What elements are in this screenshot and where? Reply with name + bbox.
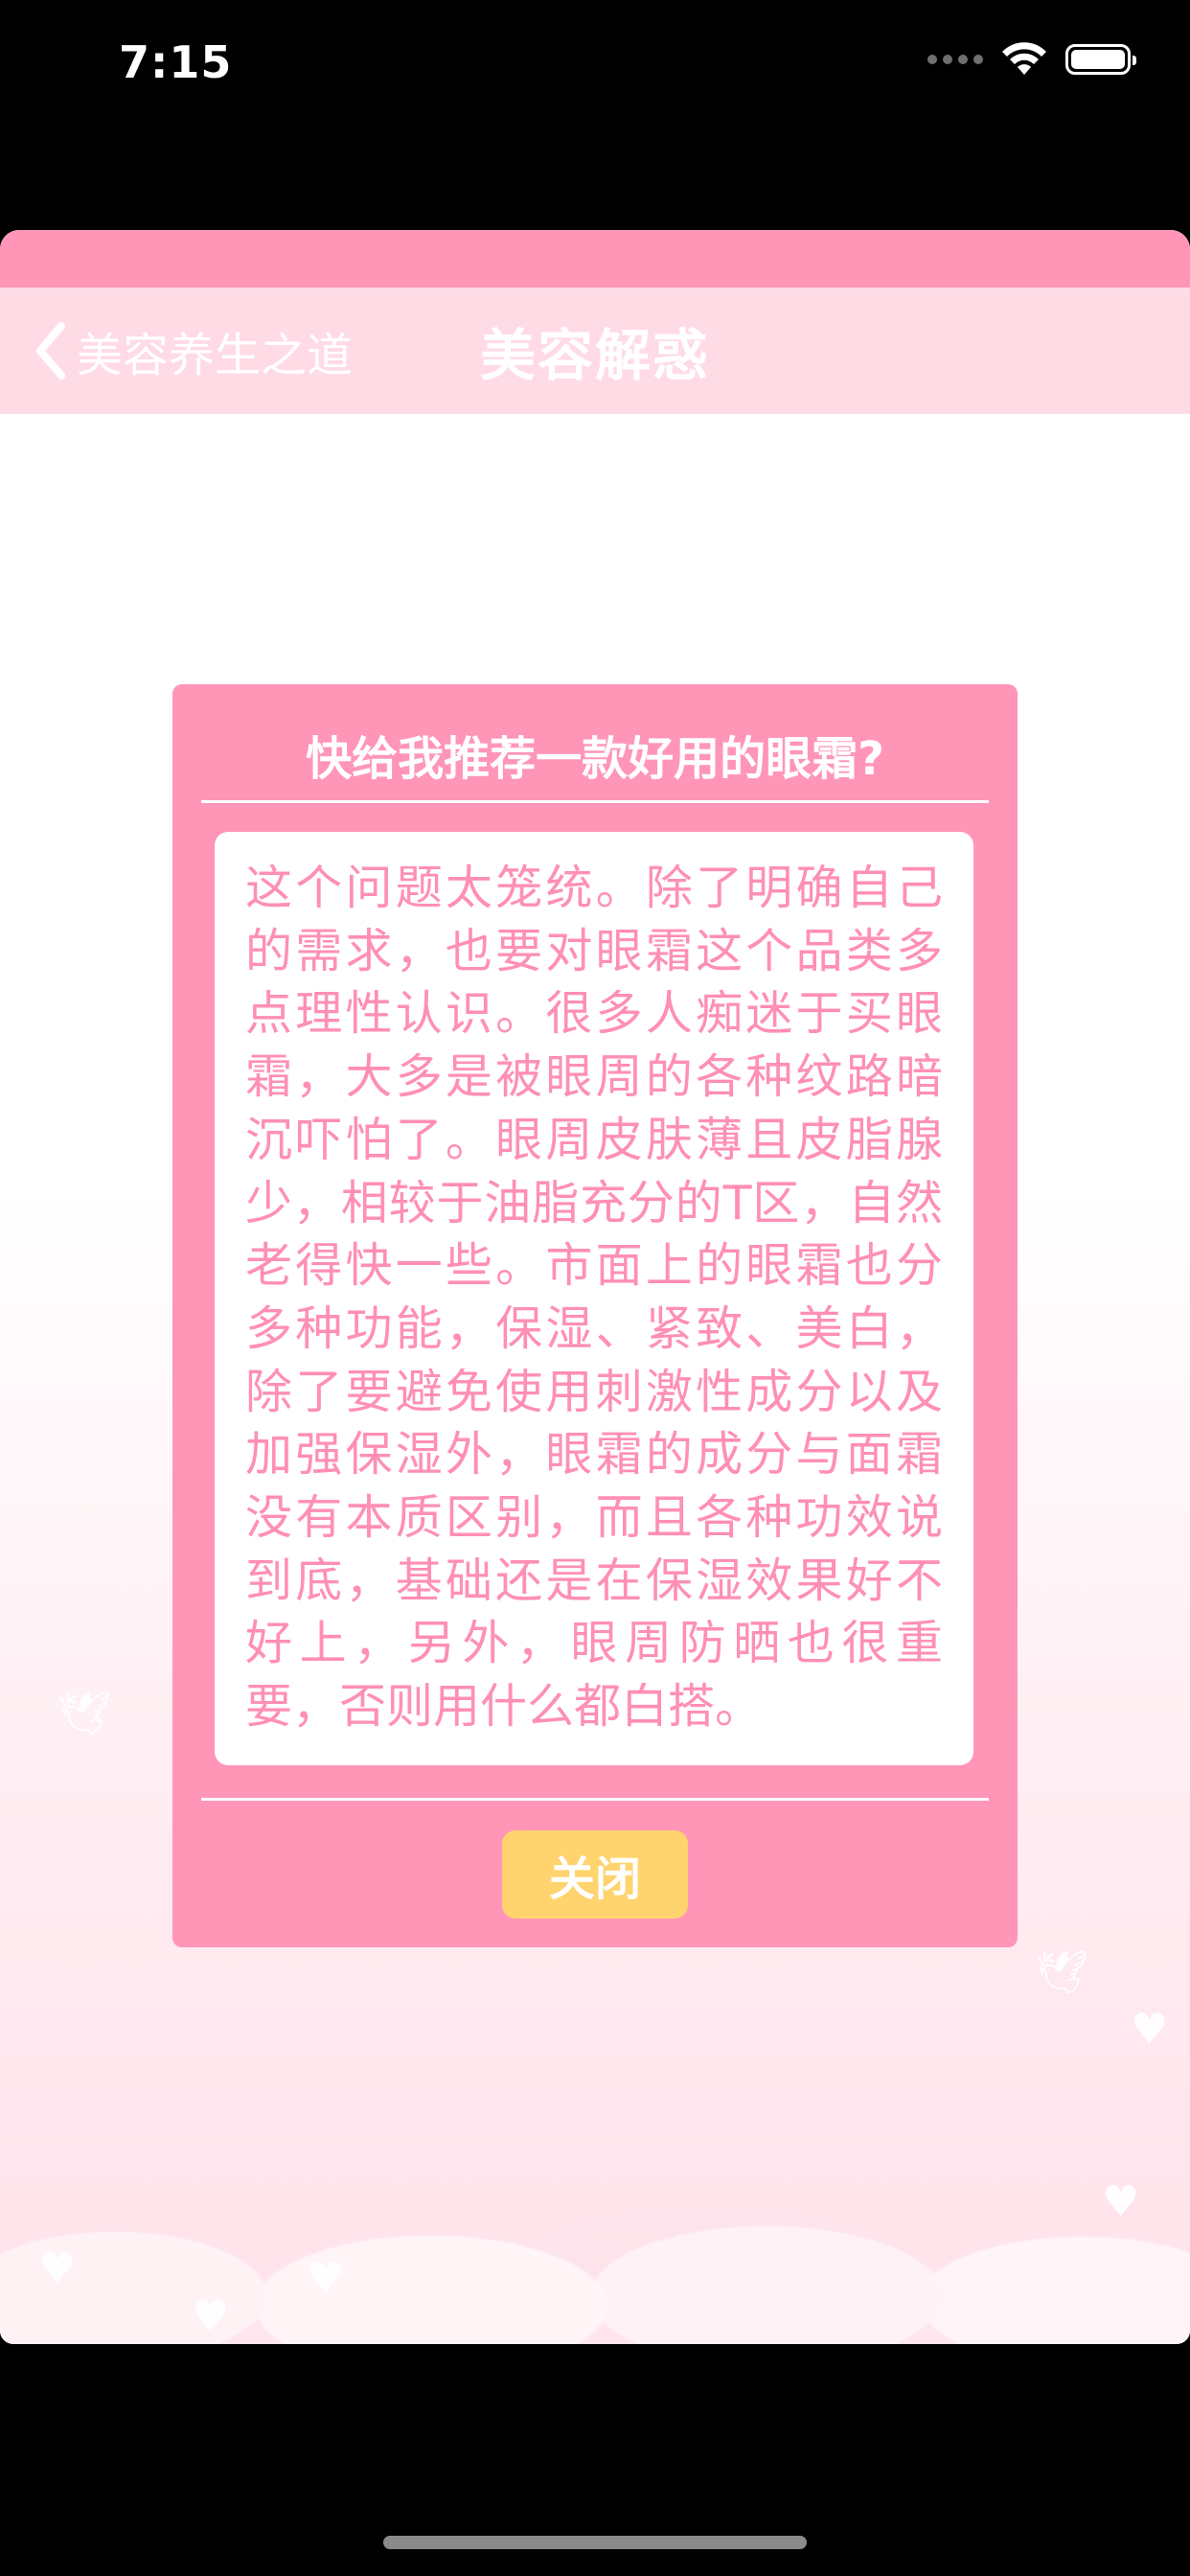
wifi-icon	[1002, 42, 1046, 75]
heart-icon: ♥	[38, 2244, 77, 2293]
close-button[interactable]: 关闭	[502, 1830, 688, 1919]
status-time: 7:15	[119, 36, 233, 88]
app-top-strip	[0, 230, 1190, 288]
navigation-bar: 美容养生之道 美容解惑	[0, 288, 1190, 414]
divider	[201, 800, 989, 803]
divider	[201, 1798, 989, 1801]
heart-icon: ♥	[1131, 2005, 1169, 2054]
dove-icon: 🕊	[1035, 1948, 1088, 1997]
phone-screen: 7:15 美容养生之道 美容解惑 🕊 ♥ ♥ ♥ ♥ ♥ 🕊 快给我推荐一款好用…	[0, 0, 1190, 2576]
status-icons	[927, 42, 1136, 77]
home-indicator[interactable]	[383, 2536, 807, 2549]
battery-icon	[1065, 44, 1136, 75]
signal-icon	[927, 55, 983, 64]
answer-panel: 这个问题太笼统。除了明确自己的需求，也要对眼霜这个品类多点理性认识。很多人痴迷于…	[215, 832, 973, 1765]
heart-icon: ♥	[1102, 2177, 1140, 2226]
dialog-question-title: 快给我推荐一款好用的眼霜?	[306, 732, 884, 786]
heart-icon: ♥	[192, 2292, 230, 2341]
cloud-decoration	[0, 2181, 1190, 2344]
page-title: 美容解惑	[479, 323, 710, 388]
answer-text: 这个问题太笼统。除了明确自己的需求，也要对眼霜这个品类多点理性认识。很多人痴迷于…	[245, 861, 943, 1735]
heart-icon: ♥	[307, 2254, 345, 2303]
question-dialog: 快给我推荐一款好用的眼霜? 这个问题太笼统。除了明确自己的需求，也要对眼霜这个品…	[172, 684, 1018, 1947]
dove-icon: 🕊	[57, 1690, 111, 1738]
